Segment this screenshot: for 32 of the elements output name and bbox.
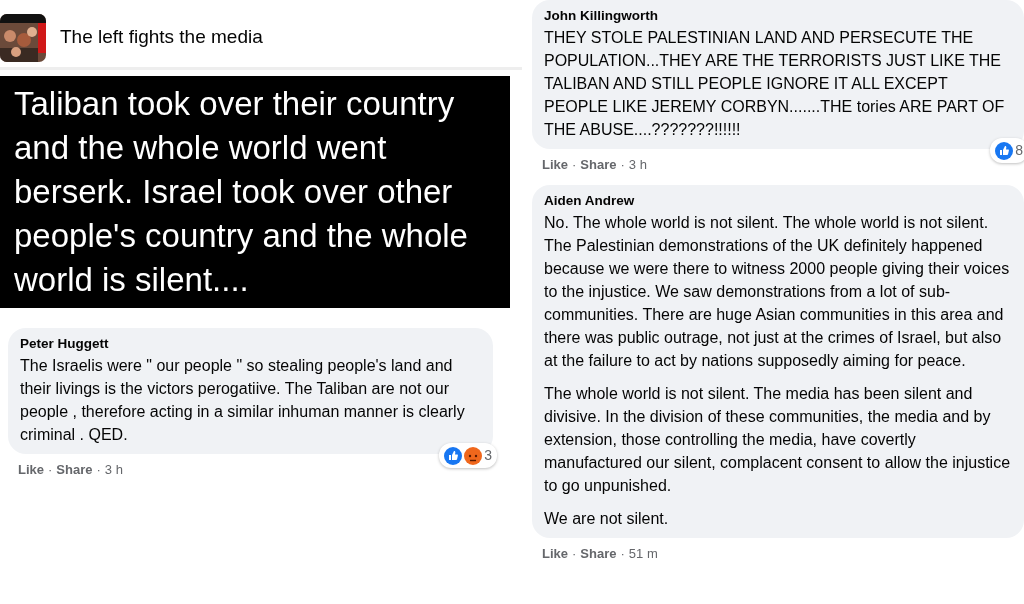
thumbs-up-icon [995, 141, 1014, 160]
reaction-count: 8 [1015, 141, 1023, 161]
reaction-summary[interactable]: 3 [439, 443, 497, 469]
reaction-summary[interactable]: 8 [990, 138, 1024, 164]
thumbs-up-icon [444, 446, 463, 465]
share-link[interactable]: Share [580, 544, 617, 564]
comment-text: We are not silent. [544, 509, 670, 529]
separator-dot: · [572, 545, 577, 563]
like-link[interactable]: Like [18, 460, 44, 480]
like-link[interactable]: Like [542, 155, 568, 175]
comment-text: The Israelis were " our people " so stealing people's land and their livings is the victors perogatiive. The Taliban are not our people , therefore acting in a similar inhuman manner is clearly criminal . QED. [20, 356, 466, 446]
reaction-count: 3 [484, 446, 492, 466]
separator-dot: · [620, 545, 625, 563]
comment-time[interactable]: 3 h [628, 155, 647, 175]
meme-text: Taliban took over their country and the whole world went berserk. Israel took over other people's country and the whole world is silent.... [14, 84, 469, 300]
comment-author[interactable]: Aiden Andrew [544, 190, 1012, 211]
comment-author[interactable]: John Killingworth [544, 6, 1012, 27]
separator-dot: · [620, 156, 625, 175]
separator-dot: · [572, 156, 577, 175]
comment-text: No. The whole world is not silent. The whole world is not silent. The Palestinian demonstrations of the UK definitely happened because we were there to witness 2000 people giving their voices to the injustice. We saw demonstrations from a lot of sub-communities. There are huge Asian communities in this area and there was public outrage, not just at the crimes of Israel, but also at the failure to act by nations supposedly aiming for peace. [544, 213, 1011, 371]
share-link[interactable]: Share [56, 460, 93, 480]
group-name[interactable]: The left fights the media [60, 23, 263, 52]
share-link[interactable]: Share [580, 155, 617, 175]
comment-author[interactable]: Peter Huggett [20, 334, 481, 355]
comment-text: The whole world is not silent. The media has been silent and divisive. In the division of these communities, the media and by extension, those controlling the media, have covertly manufactured our silent, complacent consent to allow the injustice to go unpunished. [544, 384, 1012, 496]
comment-time[interactable]: 3 h [104, 460, 123, 480]
comment-time[interactable]: 51 m [628, 544, 658, 564]
angry-face-icon [464, 446, 483, 465]
separator-dot: · [48, 461, 53, 480]
like-link[interactable]: Like [542, 544, 568, 564]
comment-text: THEY STOLE PALESTINIAN LAND AND PERSECUTE THE POPULATION...THEY ARE THE TERRORISTS JUST LIKE THE TALIBAN AND STILL PEOPLE IGNORE IT ALL EXCEPT PEOPLE LIKE JEREMY CORBYN.......THE tories ARE PART OF THE ABUSE....???????!!!!!! [544, 28, 1006, 141]
separator-dot: · [96, 461, 101, 480]
